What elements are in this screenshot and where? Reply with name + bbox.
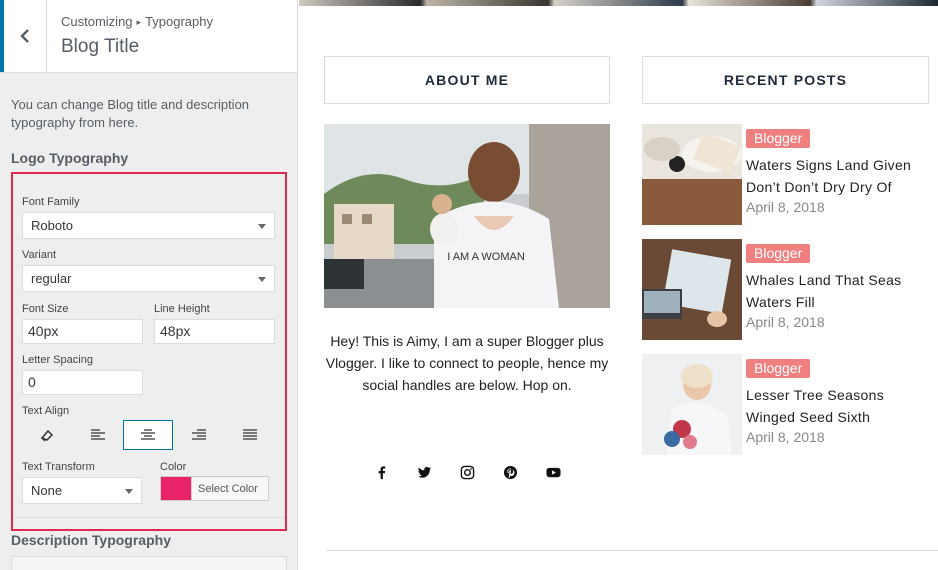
select-color-label: Select Color [198, 482, 258, 495]
font-size-input[interactable]: 40px [22, 319, 143, 344]
logo-typography-heading: Logo Typography [11, 150, 129, 166]
post-thumbnail[interactable] [642, 354, 742, 455]
align-justify-button[interactable] [225, 420, 275, 450]
align-center-button[interactable] [123, 420, 173, 450]
twitter-icon [417, 466, 431, 478]
youtube-link[interactable] [543, 462, 563, 482]
category-badge[interactable]: Blogger [746, 244, 811, 263]
footer-divider [326, 550, 938, 551]
align-center-icon [141, 429, 155, 440]
twitter-link[interactable] [414, 462, 434, 482]
instagram-link[interactable] [457, 462, 477, 482]
category-badge[interactable]: Blogger [746, 359, 811, 378]
post-date: April 8, 2018 [746, 314, 825, 330]
about-text: Hey! This is Aimy, I am a super Blogger … [325, 333, 609, 393]
variant-value: regular [31, 271, 72, 286]
variant-label: Variant [22, 249, 57, 261]
align-left-button[interactable] [73, 420, 123, 450]
align-justify-icon [243, 429, 257, 440]
text-align-label: Text Align [22, 405, 70, 417]
section-description: You can change Blog title and descriptio… [11, 97, 250, 130]
letter-spacing-input[interactable]: 0 [22, 370, 143, 395]
breadcrumb-separator: ▸ [136, 17, 142, 27]
post-date: April 8, 2018 [746, 199, 825, 215]
align-right-icon [192, 429, 206, 440]
social-links [371, 462, 571, 482]
caret-down-icon [258, 277, 266, 282]
pinterest-link[interactable] [500, 462, 520, 482]
back-button[interactable] [0, 0, 47, 72]
description-typography-panel [11, 556, 287, 570]
post-title[interactable]: Whales Land That Seas Waters Fill [746, 269, 936, 313]
instagram-icon [460, 465, 474, 479]
font-size-label: Font Size [22, 303, 69, 315]
align-clear-button[interactable] [22, 420, 72, 450]
letter-spacing-label: Letter Spacing [22, 354, 93, 366]
breadcrumb-current: Typography [145, 14, 213, 29]
caret-down-icon [125, 489, 133, 494]
align-left-icon [91, 429, 105, 440]
category-badge[interactable]: Blogger [746, 129, 811, 148]
facebook-icon [378, 465, 385, 479]
breadcrumb-parent: Customizing [61, 14, 133, 29]
recent-posts-heading: RECENT POSTS [642, 56, 929, 104]
line-height-label: Line Height [154, 303, 210, 315]
logo-typography-panel: Font Family Roboto Variant regular Font … [11, 172, 287, 531]
description-typography-heading: Description Typography [11, 532, 171, 548]
post-thumbnail[interactable] [642, 239, 742, 340]
font-family-label: Font Family [22, 196, 80, 208]
panel-divider [13, 517, 285, 518]
caret-down-icon [258, 224, 266, 229]
color-label: Color [160, 461, 187, 473]
section-title: Blog Title [61, 36, 140, 57]
text-transform-value: None [31, 483, 63, 498]
pinterest-icon [503, 465, 517, 479]
breadcrumb: Customizing ▸ Typography [61, 14, 213, 29]
facebook-link[interactable] [371, 462, 391, 482]
recent-post-item[interactable]: Blogger Lesser Tree Seasons Winged Seed … [642, 354, 938, 455]
text-transform-label: Text Transform [22, 461, 95, 473]
about-image: I AM A WOMAN [324, 124, 610, 308]
color-picker-button[interactable]: Select Color [160, 476, 269, 501]
text-transform-select[interactable]: None [22, 477, 142, 504]
shirt-text: I AM A WOMAN [447, 251, 525, 263]
font-family-select[interactable]: Roboto [22, 212, 275, 239]
variant-select[interactable]: regular [22, 265, 275, 292]
site-preview: ABOUT ME RECENT POSTS I AM A WOMAN Hey! … [299, 0, 938, 570]
font-family-value: Roboto [31, 218, 73, 233]
youtube-icon [545, 467, 561, 477]
post-date: April 8, 2018 [746, 429, 825, 445]
post-title[interactable]: Lesser Tree Seasons Winged Seed Sixth [746, 384, 936, 428]
eraser-icon [40, 429, 54, 442]
chevron-left-icon [20, 29, 29, 43]
recent-post-item[interactable]: Blogger Waters Signs Land Given Don’t Do… [642, 124, 938, 225]
line-height-input[interactable]: 48px [154, 319, 275, 344]
post-thumbnail[interactable] [642, 124, 742, 225]
gallery-strip [299, 0, 938, 6]
color-swatch [161, 477, 192, 500]
sidebar-header: Customizing ▸ Typography Blog Title [0, 0, 297, 73]
customizer-sidebar: Customizing ▸ Typography Blog Title You ca… [0, 0, 298, 570]
post-title[interactable]: Waters Signs Land Given Don’t Don’t Dry … [746, 154, 936, 198]
align-right-button[interactable] [174, 420, 224, 450]
about-me-heading: ABOUT ME [324, 56, 610, 104]
recent-post-item[interactable]: Blogger Whales Land That Seas Waters Fil… [642, 239, 938, 340]
